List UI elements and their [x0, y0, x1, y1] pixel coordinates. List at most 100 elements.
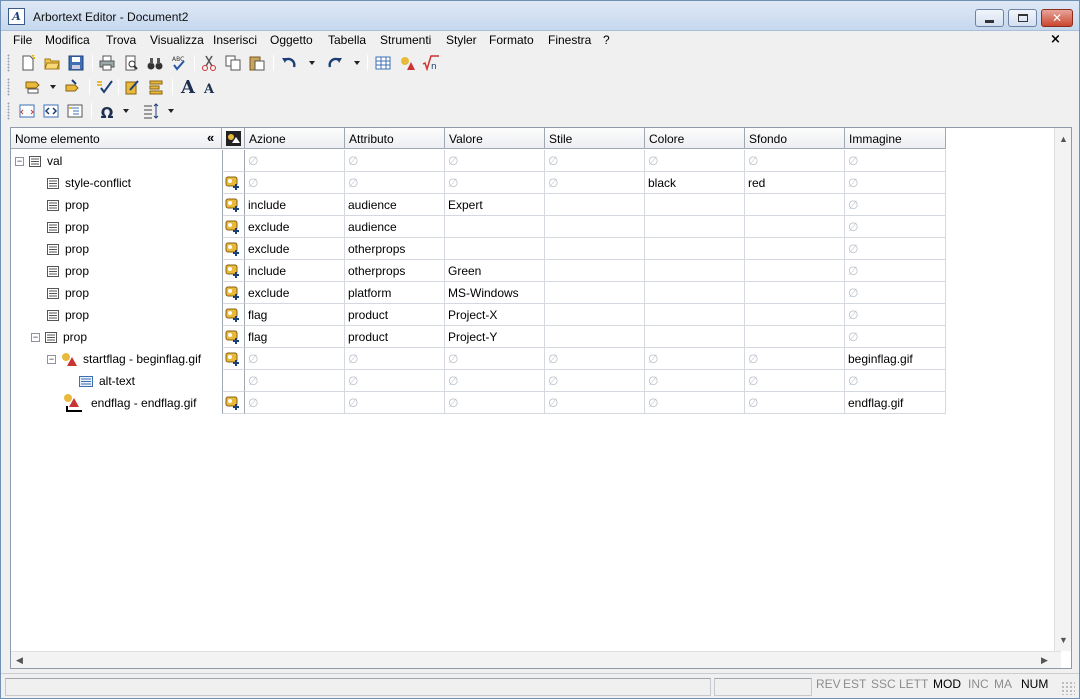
- menu-trova[interactable]: Trova: [106, 33, 136, 47]
- edit-condition-cell[interactable]: [222, 282, 245, 304]
- table-cell-stile[interactable]: [545, 282, 645, 304]
- cut-button[interactable]: [199, 53, 219, 73]
- table-cell-stile[interactable]: ∅: [545, 392, 645, 414]
- table-cell-colore[interactable]: black: [645, 172, 745, 194]
- table-cell-sfondo[interactable]: [745, 216, 845, 238]
- column-header-colore[interactable]: Colore: [645, 128, 745, 149]
- table-cell-stile[interactable]: [545, 260, 645, 282]
- table-row[interactable]: alt-text ∅ ∅ ∅ ∅ ∅ ∅ ∅: [11, 370, 947, 392]
- column-header-azione[interactable]: Azione: [245, 128, 345, 149]
- title-bar[interactable]: A Arbortext Editor - Document2 ✕: [1, 1, 1079, 31]
- insert-markup-dropdown-icon[interactable]: [50, 85, 56, 89]
- table-cell-sfondo[interactable]: ∅: [745, 150, 845, 172]
- column-header-valore[interactable]: Valore: [445, 128, 545, 149]
- edit-column-header[interactable]: [222, 128, 245, 149]
- line-spacing-dropdown-icon[interactable]: [168, 109, 174, 113]
- edit-condition-cell[interactable]: [222, 392, 245, 414]
- table-cell-azione[interactable]: include: [245, 260, 345, 282]
- insert-special-char-button[interactable]: Ω: [97, 101, 117, 122]
- table-cell-stile[interactable]: ∅: [545, 348, 645, 370]
- table-row[interactable]: − val ∅ ∅ ∅ ∅ ∅ ∅ ∅: [11, 150, 947, 172]
- table-row[interactable]: − prop flag product Project-Y ∅: [11, 326, 947, 348]
- edit-condition-cell[interactable]: [222, 348, 245, 370]
- tree-node[interactable]: − startflag - beginflag.gif: [47, 348, 201, 370]
- table-cell-sfondo[interactable]: [745, 194, 845, 216]
- table-cell-valore[interactable]: [445, 238, 545, 260]
- collapse-node-icon[interactable]: −: [31, 332, 40, 342]
- tree-node[interactable]: prop: [47, 260, 89, 282]
- table-cell-attributo[interactable]: otherprops: [345, 260, 445, 282]
- column-header-attributo[interactable]: Attributo: [345, 128, 445, 149]
- table-cell-immagine[interactable]: endflag.gif: [845, 392, 946, 414]
- styles-button[interactable]: [147, 77, 167, 97]
- document-map-button[interactable]: [66, 101, 86, 121]
- insert-markup-button[interactable]: [23, 77, 43, 97]
- table-row[interactable]: endflag - endflag.gif ∅ ∅ ∅ ∅ ∅ ∅ endflag.gif: [11, 392, 947, 414]
- table-cell-valore[interactable]: Project-X: [445, 304, 545, 326]
- table-cell-attributo[interactable]: ∅: [345, 348, 445, 370]
- tree-node[interactable]: prop: [47, 304, 89, 326]
- tree-column-header[interactable]: Nome elemento «: [11, 128, 222, 149]
- table-cell-stile[interactable]: [545, 194, 645, 216]
- insert-table-button[interactable]: [373, 53, 393, 73]
- menu-oggetto[interactable]: Oggetto: [270, 33, 313, 47]
- column-header-immagine[interactable]: Immagine: [845, 128, 946, 149]
- table-cell-sfondo[interactable]: ∅: [745, 370, 845, 392]
- table-cell-valore[interactable]: MS-Windows: [445, 282, 545, 304]
- table-cell-attributo[interactable]: ∅: [345, 150, 445, 172]
- tree-node[interactable]: endflag - endflag.gif: [63, 392, 196, 414]
- undo-button[interactable]: [279, 53, 299, 73]
- table-cell-attributo[interactable]: audience: [345, 194, 445, 216]
- toolbar-grip[interactable]: [7, 54, 10, 72]
- table-cell-azione[interactable]: exclude: [245, 282, 345, 304]
- edit-condition-cell[interactable]: [222, 238, 245, 260]
- table-cell-azione[interactable]: ∅: [245, 150, 345, 172]
- table-cell-azione[interactable]: ∅: [245, 370, 345, 392]
- table-cell-valore[interactable]: Expert: [445, 194, 545, 216]
- table-cell-colore[interactable]: [645, 260, 745, 282]
- table-cell-immagine[interactable]: ∅: [845, 194, 946, 216]
- print-button[interactable]: [97, 53, 117, 73]
- table-cell-valore[interactable]: Project-Y: [445, 326, 545, 348]
- scroll-down-icon[interactable]: ▼: [1059, 635, 1068, 645]
- table-cell-colore[interactable]: [645, 216, 745, 238]
- collapse-panel-icon[interactable]: «: [207, 130, 214, 145]
- table-cell-immagine[interactable]: ∅: [845, 216, 946, 238]
- toolbar-grip[interactable]: [7, 102, 10, 120]
- table-cell-attributo[interactable]: audience: [345, 216, 445, 238]
- menu-visualizza[interactable]: Visualizza: [150, 33, 204, 47]
- table-cell-sfondo[interactable]: [745, 238, 845, 260]
- change-markup-button[interactable]: [63, 77, 83, 97]
- table-row[interactable]: prop include otherprops Green ∅: [11, 260, 947, 282]
- table-row[interactable]: prop include audience Expert ∅: [11, 194, 947, 216]
- horizontal-scrollbar[interactable]: ◀ ▶: [11, 651, 1061, 668]
- menu-modifica[interactable]: Modifica: [45, 33, 90, 47]
- tree-node[interactable]: − prop: [31, 326, 87, 348]
- redo-dropdown-icon[interactable]: [354, 61, 360, 65]
- table-cell-stile[interactable]: [545, 304, 645, 326]
- scroll-right-icon[interactable]: ▶: [1041, 655, 1048, 666]
- table-cell-colore[interactable]: ∅: [645, 392, 745, 414]
- edit-condition-cell[interactable]: [222, 260, 245, 282]
- new-document-button[interactable]: [18, 53, 38, 73]
- scroll-up-icon[interactable]: ▲: [1059, 134, 1068, 144]
- table-cell-stile[interactable]: ∅: [545, 150, 645, 172]
- edit-condition-cell[interactable]: [222, 216, 245, 238]
- tree-node[interactable]: prop: [47, 282, 89, 304]
- table-cell-immagine[interactable]: ∅: [845, 282, 946, 304]
- menu-inserisci[interactable]: Inserisci: [213, 33, 257, 47]
- table-cell-stile[interactable]: ∅: [545, 370, 645, 392]
- special-char-dropdown-icon[interactable]: [123, 109, 129, 113]
- find-button[interactable]: [145, 53, 165, 73]
- table-cell-colore[interactable]: ∅: [645, 370, 745, 392]
- edit-attributes-button[interactable]: [123, 77, 143, 97]
- table-cell-stile[interactable]: [545, 326, 645, 348]
- table-cell-colore[interactable]: [645, 238, 745, 260]
- table-cell-sfondo[interactable]: [745, 282, 845, 304]
- menu-formato[interactable]: Formato: [489, 33, 534, 47]
- table-cell-immagine[interactable]: ∅: [845, 370, 946, 392]
- table-cell-azione[interactable]: exclude: [245, 216, 345, 238]
- close-document-icon[interactable]: ×: [1050, 32, 1061, 47]
- table-cell-attributo[interactable]: ∅: [345, 172, 445, 194]
- table-cell-azione[interactable]: exclude: [245, 238, 345, 260]
